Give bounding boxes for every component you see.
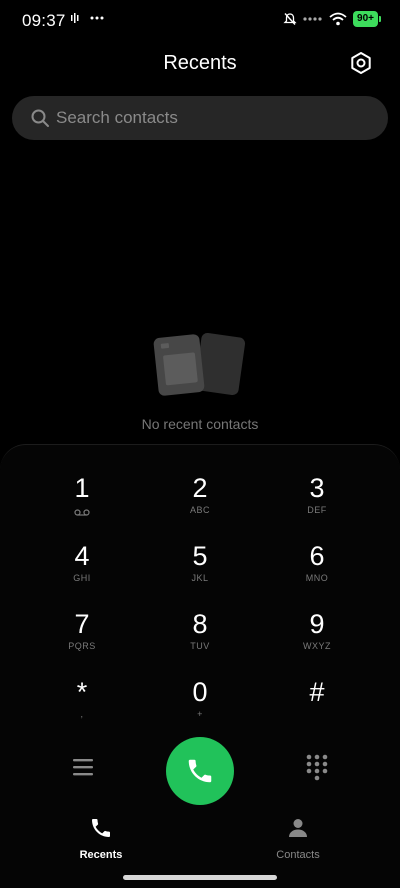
- status-left-icons: [70, 12, 104, 24]
- status-time: 09:37: [22, 11, 66, 30]
- dial-key-star[interactable]: * ,: [27, 677, 137, 739]
- key-letters: GHI: [73, 573, 91, 583]
- key-letters: [262, 709, 372, 721]
- dialpad-icon: [306, 754, 328, 781]
- nav-tab-contacts[interactable]: Contacts: [238, 816, 358, 861]
- key-digit: #: [309, 677, 325, 707]
- key-letters: +: [197, 709, 203, 719]
- muted-bell-icon: [283, 13, 297, 25]
- search-bar[interactable]: [12, 96, 388, 140]
- empty-state-message: No recent contacts: [141, 416, 259, 432]
- dial-key-hash[interactable]: #: [262, 677, 372, 739]
- signal-dots-icon: [303, 17, 322, 21]
- key-digit: 2: [192, 473, 208, 503]
- dialpad-toggle-button[interactable]: [304, 753, 330, 786]
- phone-icon: [92, 819, 110, 837]
- key-digit: 5: [192, 541, 208, 571]
- home-indicator[interactable]: [123, 875, 277, 880]
- status-right-icons: 90+: [283, 11, 381, 27]
- menu-icon: [73, 759, 93, 776]
- more-dots-icon: [90, 16, 104, 20]
- call-button[interactable]: [166, 737, 234, 805]
- page-title: Recents: [163, 52, 237, 74]
- dial-key-7[interactable]: 7 PQRS: [27, 609, 137, 671]
- dial-key-1[interactable]: 1: [27, 473, 137, 535]
- dial-key-2[interactable]: 2 ABC: [145, 473, 255, 535]
- key-letters: PQRS: [68, 641, 96, 651]
- voicemail-icon: [74, 509, 90, 516]
- key-letters: WXYZ: [303, 641, 331, 651]
- search-input[interactable]: [56, 96, 366, 140]
- dial-key-8[interactable]: 8 TUV: [145, 609, 255, 671]
- dial-key-4[interactable]: 4 GHI: [27, 541, 137, 603]
- person-icon: [289, 819, 307, 837]
- key-digit: 3: [309, 473, 325, 503]
- key-digit: 8: [192, 609, 208, 639]
- dial-key-6[interactable]: 6 MNO: [262, 541, 372, 603]
- key-digit: 4: [74, 541, 90, 571]
- nav-label: Contacts: [276, 849, 320, 861]
- key-digit: 7: [74, 609, 90, 639]
- menu-button[interactable]: [70, 756, 96, 783]
- key-letters: JKL: [191, 573, 209, 583]
- nav-tab-recents[interactable]: Recents: [41, 816, 161, 861]
- key-digit: 1: [74, 473, 90, 503]
- key-digit: 0: [192, 677, 208, 707]
- audio-waveform-icon: [71, 13, 79, 23]
- status-bar: 09:37 90+: [0, 0, 400, 40]
- key-digit: 6: [309, 541, 325, 571]
- key-letters: ,: [80, 709, 84, 719]
- key-letters: MNO: [305, 573, 329, 583]
- empty-contacts-illustration: [153, 332, 246, 396]
- dialer-screen: 09:37 90+ Recents Search contacts No rec…: [0, 0, 400, 888]
- settings-icon: [351, 52, 371, 74]
- settings-button[interactable]: [348, 50, 374, 76]
- key-letters: TUV: [190, 641, 210, 651]
- bottom-nav: Recents Contacts: [0, 810, 400, 870]
- wifi-icon: [329, 12, 347, 26]
- search-icon: [31, 109, 49, 127]
- dial-key-9[interactable]: 9 WXYZ: [262, 609, 372, 671]
- phone-icon: [188, 759, 212, 783]
- key-digit: *: [76, 677, 88, 707]
- battery-indicator: 90+: [353, 11, 381, 27]
- nav-label: Recents: [79, 849, 123, 861]
- dial-key-0[interactable]: 0 +: [145, 677, 255, 739]
- dial-key-3[interactable]: 3 DEF: [262, 473, 372, 535]
- key-letters: DEF: [307, 505, 327, 515]
- key-letters: ABC: [189, 505, 210, 515]
- dial-key-5[interactable]: 5 JKL: [145, 541, 255, 603]
- key-digit: 9: [309, 609, 325, 639]
